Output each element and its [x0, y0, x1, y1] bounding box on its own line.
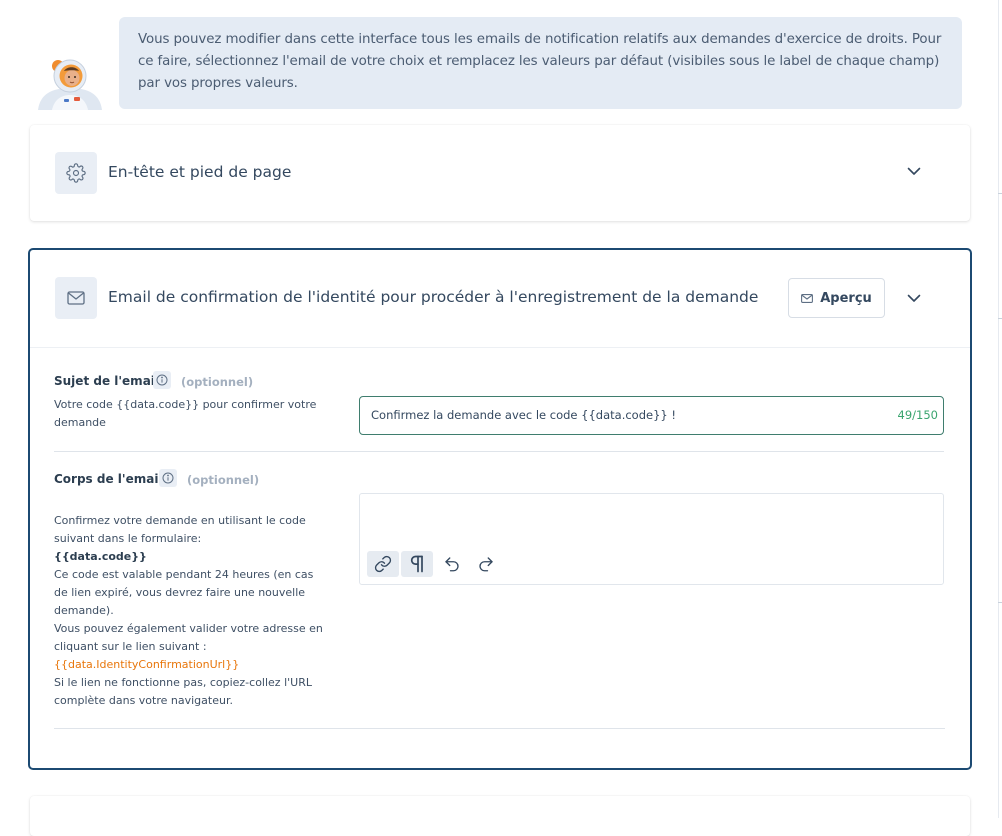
help-line: Confirmez votre demande en utilisant le …	[54, 514, 306, 545]
scroll-marker	[998, 193, 1002, 194]
help-code-variable: {{data.code}}	[54, 550, 147, 563]
undo-icon[interactable]	[436, 551, 468, 577]
body-label: Corps de l'email	[54, 472, 163, 486]
link-icon[interactable]	[367, 551, 399, 577]
envelope-icon	[801, 293, 814, 303]
chevron-down-icon[interactable]	[906, 163, 922, 179]
help-line: Ce code est valable pendant 24 heures (e…	[54, 568, 314, 617]
body-editor[interactable]	[359, 493, 944, 585]
info-icon[interactable]	[159, 469, 177, 487]
subject-label: Sujet de l'email	[54, 374, 160, 388]
page-right-border	[998, 0, 999, 818]
section-identity-email: Email de confirmation de l'identité pour…	[28, 248, 972, 770]
chevron-down-icon[interactable]	[906, 290, 922, 306]
section-divider	[30, 347, 970, 348]
field-divider	[54, 451, 944, 452]
envelope-icon	[55, 277, 97, 319]
preview-button[interactable]: Aperçu	[788, 278, 885, 318]
section-header-footer[interactable]: En-tête et pied de page	[30, 125, 970, 221]
scroll-marker	[998, 602, 1002, 603]
section-next[interactable]	[30, 796, 970, 836]
char-counter: 49/150	[897, 408, 938, 422]
redo-icon[interactable]	[470, 551, 502, 577]
info-icon[interactable]	[153, 371, 171, 389]
field-divider	[54, 728, 945, 729]
section-title: Email de confirmation de l'identité pour…	[108, 288, 759, 306]
gear-icon	[55, 152, 97, 194]
body-default-help: Confirmez votre demande en utilisant le …	[54, 512, 330, 710]
help-line: Vous pouvez également valider votre adre…	[54, 622, 323, 653]
subject-input[interactable]: Confirmez la demande avec le code {{data…	[359, 396, 944, 435]
optional-tag: (optionnel)	[181, 375, 254, 389]
preview-button-label: Aperçu	[820, 290, 872, 306]
astronaut-avatar	[34, 54, 106, 110]
intro-info-bubble: Vous pouvez modifier dans cette interfac…	[119, 17, 962, 109]
paragraph-icon[interactable]	[401, 551, 433, 577]
section-title: En-tête et pied de page	[108, 163, 292, 181]
help-line: Si le lien ne fonctionne pas, copiez-col…	[54, 676, 312, 707]
subject-default-help: Votre code {{data.code}} pour confirmer …	[54, 398, 317, 429]
subject-input-value: Confirmez la demande avec le code {{data…	[371, 408, 676, 422]
help-url-variable: {{data.IdentityConfirmationUrl}}	[54, 658, 240, 671]
optional-tag: (optionnel)	[187, 473, 260, 487]
scroll-marker	[998, 318, 1002, 319]
